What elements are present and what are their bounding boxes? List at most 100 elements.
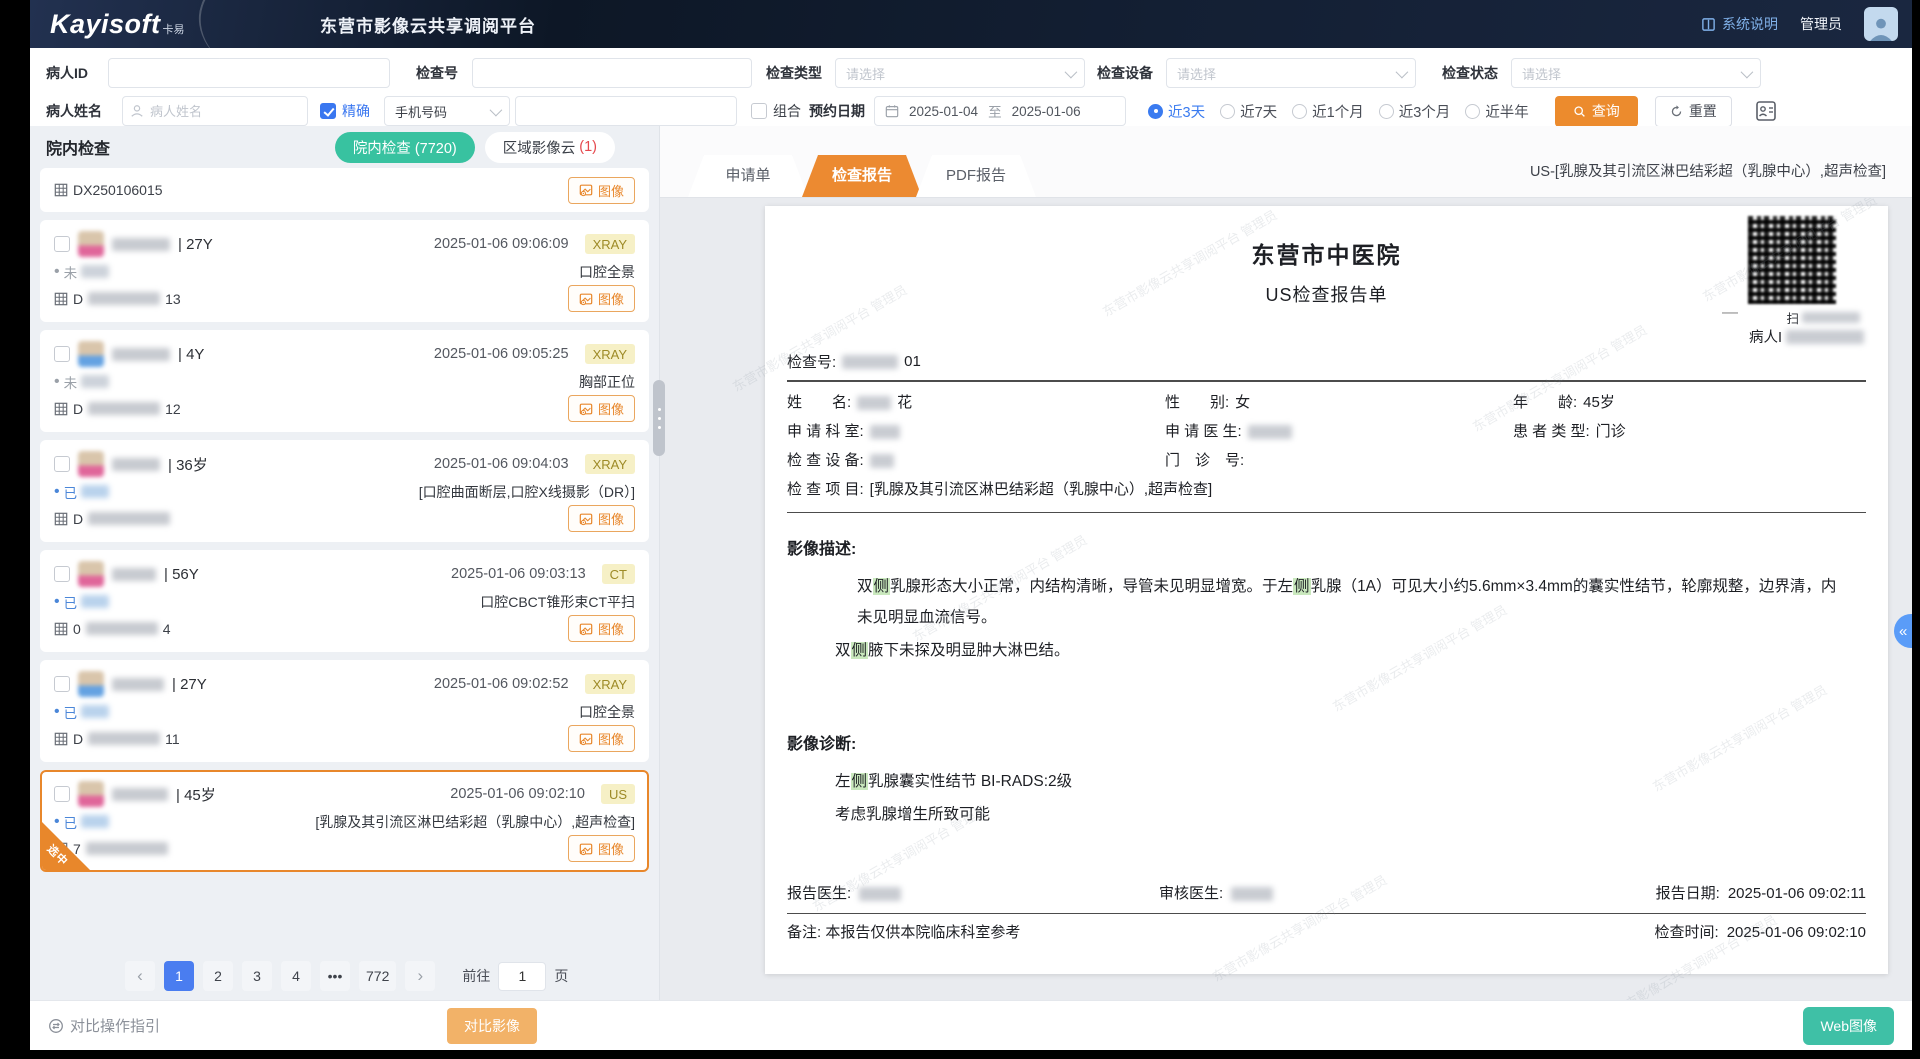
tab-pdf-report[interactable]: PDF报告	[916, 155, 1036, 197]
prev-page-button[interactable]: ‹	[125, 961, 155, 991]
quick-range-2[interactable]: 近1个月	[1292, 101, 1364, 122]
image-button[interactable]: 图像	[568, 725, 635, 752]
exam-no-label: 检查号	[416, 63, 472, 83]
qr-caption: 扫	[1786, 308, 1860, 327]
card-checkbox[interactable]	[54, 236, 70, 252]
date-from[interactable]: 2025-01-04	[909, 104, 978, 119]
card-checkbox[interactable]	[54, 456, 70, 472]
card-checkbox[interactable]	[54, 786, 70, 802]
grid-icon	[54, 292, 68, 306]
radio-icon	[1379, 104, 1394, 119]
field-exam-item: 检 查 项 目:[乳腺及其引流区淋巴结彩超（乳腺中心）,超声检查]	[787, 475, 1212, 504]
goto-page-input[interactable]	[498, 962, 546, 991]
divider	[787, 380, 1866, 382]
system-help-link[interactable]: 系统说明	[1701, 14, 1778, 34]
appointment-date-label: 预约日期	[809, 101, 865, 121]
compare-images-button[interactable]: 对比影像	[447, 1008, 537, 1044]
image-button[interactable]: 图像	[568, 177, 635, 204]
patient-age: | 36岁	[168, 454, 208, 475]
page-button-4[interactable]: 4	[281, 961, 311, 991]
date-range-picker[interactable]: 2025-01-04 至 2025-01-06	[874, 96, 1126, 126]
image-button[interactable]: 图像	[568, 615, 635, 642]
exam-no-input[interactable]	[472, 58, 752, 88]
reset-button[interactable]: 重置	[1655, 96, 1732, 127]
combo-checkbox[interactable]	[751, 103, 767, 119]
exam-time: 2025-01-06 09:03:13	[451, 566, 586, 582]
compare-guide-link[interactable]: 对比操作指引	[48, 1015, 160, 1036]
exam-card-list: DX250106015 图像 | 27Y	[30, 168, 659, 952]
quick-range-0[interactable]: 近3天	[1148, 101, 1205, 122]
exam-card-selected[interactable]: | 45岁 2025-01-06 09:02:10 US •已 [乳腺及其引流区…	[40, 770, 649, 872]
exam-item-name: [口腔曲面断层,口腔X线摄影（DR）]	[419, 482, 635, 502]
exam-device-label: 检查设备	[1097, 63, 1153, 83]
web-image-button[interactable]: Web图像	[1803, 1007, 1894, 1045]
exam-time: 2025-01-06 09:05:25	[434, 346, 569, 362]
exam-time: 2025-01-06 09:06:09	[434, 236, 569, 252]
image-button[interactable]: 图像	[568, 395, 635, 422]
avatar[interactable]	[1864, 7, 1898, 41]
field-device: 检 查 设 备:	[787, 446, 1165, 475]
quick-range-4[interactable]: 近半年	[1465, 101, 1529, 122]
image-icon	[579, 292, 593, 306]
exam-status-select[interactable]: 请选择	[1511, 58, 1761, 88]
exam-device-select[interactable]: 请选择	[1166, 58, 1416, 88]
exam-type-select[interactable]: 请选择	[835, 58, 1085, 88]
modality-badge: XRAY	[585, 454, 635, 474]
quick-range-1[interactable]: 近7天	[1220, 101, 1277, 122]
exam-card-partial[interactable]: DX250106015 图像	[40, 168, 649, 212]
page-unit-label: 页	[554, 966, 568, 986]
exact-match-label: 精确	[342, 101, 370, 121]
image-button[interactable]: 图像	[568, 835, 635, 862]
card-checkbox[interactable]	[54, 566, 70, 582]
quick-range-3[interactable]: 近3个月	[1379, 101, 1451, 122]
tab-exam-report[interactable]: 检查报告	[802, 155, 922, 197]
patient-avatar	[78, 561, 104, 587]
page-button-3[interactable]: 3	[242, 961, 272, 991]
patient-id-input[interactable]	[108, 58, 390, 88]
exam-status-label: 检查状态	[1442, 63, 1498, 83]
divider	[787, 913, 1866, 914]
radio-icon	[1220, 104, 1235, 119]
page-button-1[interactable]: 1	[164, 961, 194, 991]
image-button[interactable]: 图像	[568, 505, 635, 532]
calendar-icon	[885, 104, 899, 118]
exam-card[interactable]: | 4Y 2025-01-06 09:05:25 XRAY •未 胸部正位 D1…	[40, 330, 649, 432]
page-button-2[interactable]: 2	[203, 961, 233, 991]
pagination: ‹ 1 2 3 4 ••• 772 › 前往 页	[30, 952, 659, 1000]
card-checkbox[interactable]	[54, 676, 70, 692]
search-button[interactable]: 查询	[1555, 96, 1638, 127]
exam-card[interactable]: | 36岁 2025-01-06 09:04:03 XRAY •已 [口腔曲面断…	[40, 440, 649, 542]
image-button[interactable]: 图像	[568, 285, 635, 312]
patient-age: | 27Y	[172, 676, 207, 693]
field-name: 姓 名:花	[787, 388, 1165, 417]
page-button-772[interactable]: 772	[359, 961, 396, 991]
exam-id: D13	[54, 291, 181, 307]
patient-avatar	[78, 781, 104, 807]
exam-card[interactable]: | 56Y 2025-01-06 09:03:13 CT •已 口腔CBCT锥形…	[40, 550, 649, 652]
date-to[interactable]: 2025-01-06	[1012, 104, 1081, 119]
patient-name-input[interactable]	[122, 96, 308, 126]
next-page-button[interactable]: ›	[405, 961, 435, 991]
card-layout-icon[interactable]	[1754, 99, 1778, 123]
exam-card[interactable]: | 27Y 2025-01-06 09:06:09 XRAY •未 口腔全景 D…	[40, 220, 649, 322]
phone-number-input[interactable]	[515, 96, 737, 126]
page-title: 东营市影像云共享调阅平台	[320, 12, 536, 37]
card-checkbox[interactable]	[54, 346, 70, 362]
chevron-down-icon	[1396, 65, 1409, 78]
patient-name-redacted	[112, 788, 168, 801]
modality-badge: US	[601, 784, 635, 804]
report-status: •未	[54, 372, 109, 392]
report-exam-no: 检查号: 01	[787, 351, 1866, 372]
exact-match-checkbox[interactable]	[320, 103, 336, 119]
page-ellipsis[interactable]: •••	[320, 961, 350, 991]
panel-resize-handle[interactable]	[653, 380, 665, 456]
radio-icon	[1465, 104, 1480, 119]
exam-card[interactable]: | 27Y 2025-01-06 09:02:52 XRAY •已 口腔全景 D…	[40, 660, 649, 762]
tab-application-form[interactable]: 申请单	[688, 155, 808, 197]
tab-hospital-exams[interactable]: 院内检查 (7720)	[335, 132, 475, 163]
tab-regional-cloud[interactable]: 区域影像云 (1)	[485, 132, 615, 163]
grid-icon	[54, 732, 68, 746]
phone-field-select[interactable]: 手机号码	[384, 96, 510, 126]
image-icon	[579, 842, 593, 856]
exam-id: 04	[54, 621, 171, 637]
